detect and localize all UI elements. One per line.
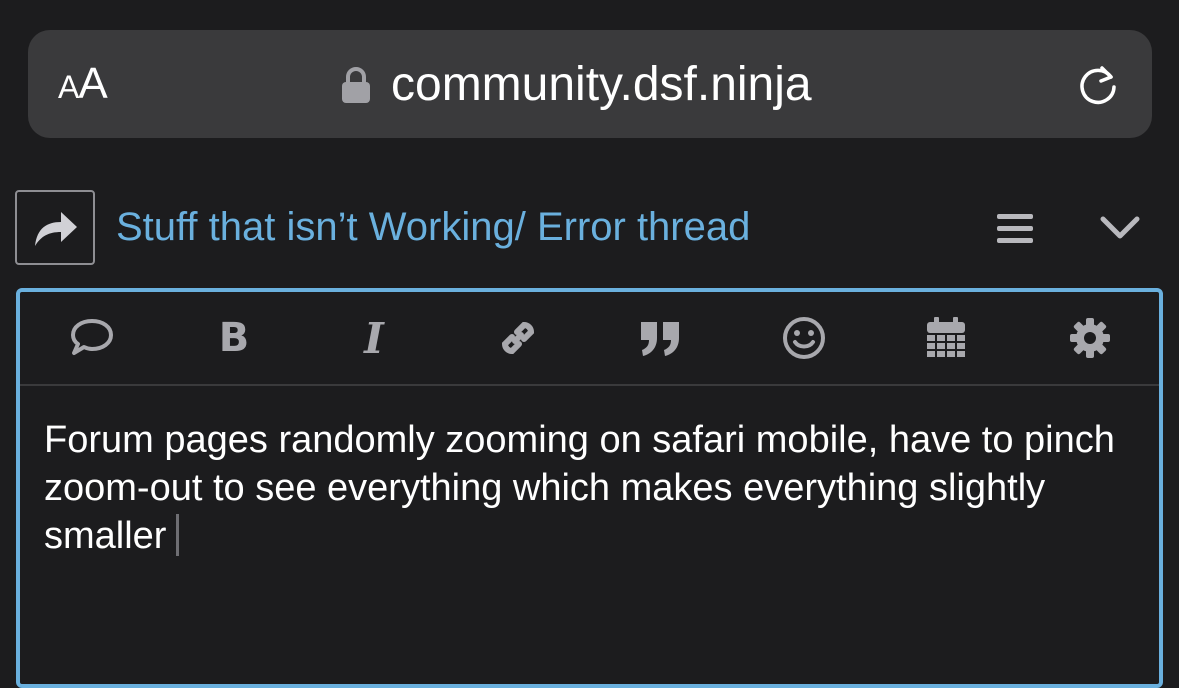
emoji-button[interactable] [780, 314, 828, 362]
chevron-down-icon[interactable] [1098, 212, 1142, 242]
reply-to-topic-button[interactable] [15, 190, 95, 265]
text-size-small-label: A [58, 69, 79, 105]
calendar-icon [927, 317, 965, 357]
toggle-preview-button[interactable] [68, 314, 116, 362]
composer: B I Forum pages randomly zooming on safa… [16, 288, 1163, 688]
options-button[interactable] [1066, 314, 1114, 362]
topic-title[interactable]: Stuff that isn’t Working/ Error thread [116, 204, 750, 250]
reply-textarea[interactable]: Forum pages randomly zooming on safari m… [44, 416, 1134, 560]
url-text[interactable]: community.dsf.ninja [391, 60, 812, 110]
italic-button[interactable]: I [350, 313, 398, 363]
bold-icon: B [218, 315, 250, 361]
gear-icon [1070, 318, 1110, 358]
blockquote-button[interactable] [636, 314, 684, 362]
composer-toolbar: B I [20, 292, 1159, 386]
hamburger-menu-icon[interactable] [995, 212, 1035, 246]
link-icon [501, 321, 535, 355]
reply-arrow-icon [35, 212, 77, 246]
insert-date-button[interactable] [922, 314, 970, 362]
text-size-button[interactable]: AA [58, 59, 108, 109]
hyperlink-button[interactable] [494, 314, 542, 362]
text-caret [176, 514, 180, 556]
address-bar[interactable]: AA community.dsf.ninja [28, 30, 1152, 138]
speech-bubble-icon [71, 319, 113, 355]
reload-icon[interactable] [1074, 60, 1122, 108]
lock-icon [342, 67, 370, 103]
quote-icon [641, 322, 679, 356]
bold-button[interactable]: B [210, 314, 258, 362]
italic-icon: I [364, 313, 384, 363]
smiley-icon [783, 317, 825, 359]
reply-body-text: Forum pages randomly zooming on safari m… [44, 419, 1115, 557]
text-size-large-label: A [78, 59, 107, 108]
